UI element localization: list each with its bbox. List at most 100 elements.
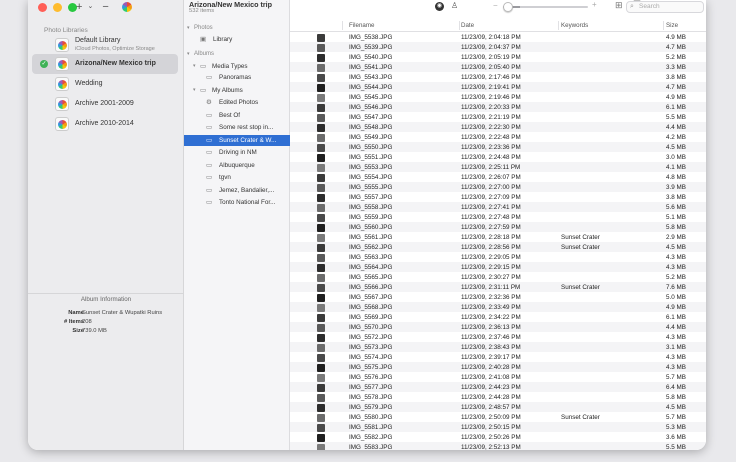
info-icon[interactable]: ◉ (435, 2, 444, 11)
column-filename[interactable]: Filename (349, 22, 374, 29)
library-item[interactable]: Archive 2001-2009 (28, 94, 178, 114)
column-separator[interactable] (459, 21, 460, 30)
column-separator[interactable] (342, 21, 343, 30)
add-menu-chevron-icon[interactable]: ⌄ (87, 1, 93, 13)
table-row[interactable]: IMG_5568.JPG 11/23/09, 2:33:49 PM 4.9 MB (290, 302, 706, 312)
table-row[interactable]: IMG_5551.JPG 11/23/09, 2:24:48 PM 3.0 MB (290, 152, 706, 162)
album-item[interactable]: ▭ Sunset Crater & W... (184, 134, 290, 146)
photo-thumbnail (317, 374, 325, 382)
table-row[interactable]: IMG_5540.JPG 11/23/09, 2:05:19 PM 5.2 MB (290, 52, 706, 62)
photos-section[interactable]: ▾ Photos (184, 23, 290, 34)
cell-size: 5.5 MB (666, 444, 686, 450)
album-item[interactable]: ▭ Albuquerque (184, 160, 290, 171)
table-row[interactable]: IMG_5575.JPG 11/23/09, 2:40:28 PM 4.3 MB (290, 362, 706, 372)
table-row[interactable]: IMG_5558.JPG 11/23/09, 2:27:41 PM 5.6 MB (290, 202, 706, 212)
table-row[interactable]: IMG_5580.JPG 11/23/09, 2:50:09 PM Sunset C… (290, 412, 706, 422)
sidebar-item-panoramas[interactable]: ▭ Panoramas (184, 72, 290, 83)
library-item[interactable]: Archive 2010-2014 (28, 114, 178, 134)
remove-library-button[interactable]: − (102, 1, 108, 13)
zoom-slider[interactable] (503, 2, 588, 12)
table-row[interactable]: IMG_5563.JPG 11/23/09, 2:29:05 PM 4.3 MB (290, 252, 706, 262)
table-row[interactable]: IMG_5538.JPG 11/23/09, 2:04:18 PM 4.9 MB (290, 32, 706, 42)
disclosure-down-icon[interactable]: ▾ (193, 63, 196, 69)
table-row[interactable]: IMG_5570.JPG 11/23/09, 2:36:13 PM 4.4 MB (290, 322, 706, 332)
disclosure-down-icon[interactable]: ▾ (187, 25, 190, 31)
zoom-slider-knob[interactable] (503, 2, 513, 12)
table-row[interactable]: IMG_5548.JPG 11/23/09, 2:22:30 PM 4.4 MB (290, 122, 706, 132)
table-row[interactable]: IMG_5565.JPG 11/23/09, 2:30:27 PM 5.2 MB (290, 272, 706, 282)
table-row[interactable]: IMG_5541.JPG 11/23/09, 2:05:40 PM 3.3 MB (290, 62, 706, 72)
column-date[interactable]: Date (461, 22, 474, 29)
table-row[interactable]: IMG_5582.JPG 11/23/09, 2:50:26 PM 3.6 MB (290, 432, 706, 442)
table-row[interactable]: IMG_5539.JPG 11/23/09, 2:04:37 PM 4.7 MB (290, 42, 706, 52)
album-item[interactable]: ▭ Some rest stop in... (184, 122, 290, 133)
table-row[interactable]: IMG_5560.JPG 11/23/09, 2:27:59 PM 5.8 MB (290, 222, 706, 232)
table-row[interactable]: IMG_5579.JPG 11/23/09, 2:48:57 PM 4.5 MB (290, 402, 706, 412)
sidebar-item-media-types[interactable]: ▾ ▭ Media Types (184, 61, 290, 72)
table-row[interactable]: IMG_5578.JPG 11/23/09, 2:44:28 PM 5.8 MB (290, 392, 706, 402)
album-info-key: # Items (64, 319, 84, 325)
zoom-out-icon[interactable]: − (493, 1, 498, 10)
photos-app-icon[interactable] (121, 1, 132, 12)
cell-filename: IMG_5559.JPG (349, 214, 393, 221)
table-row[interactable]: IMG_5576.JPG 11/23/09, 2:41:08 PM 5.7 MB (290, 372, 706, 382)
album-item[interactable]: ▭ Driving in NM (184, 147, 290, 158)
album-item[interactable]: ▭ tgvn (184, 172, 290, 183)
table-row[interactable]: IMG_5581.JPG 11/23/09, 2:50:15 PM 5.3 MB (290, 422, 706, 432)
zoom-in-icon[interactable]: + (592, 0, 597, 9)
table-row[interactable]: IMG_5583.JPG 11/23/09, 2:52:13 PM 5.5 MB (290, 442, 706, 450)
table-row[interactable]: IMG_5543.JPG 11/23/09, 2:17:46 PM 3.8 MB (290, 72, 706, 82)
person-icon[interactable]: ♙ (451, 1, 458, 10)
cell-filename: IMG_5543.JPG (349, 74, 393, 81)
column-separator[interactable] (558, 21, 559, 30)
album-item[interactable]: ▭ Tonto National For... (184, 197, 290, 208)
table-row[interactable]: IMG_5550.JPG 11/23/09, 2:23:36 PM 4.5 MB (290, 142, 706, 152)
search-input[interactable]: ⌕ Search (626, 1, 704, 13)
minimize-button[interactable] (53, 3, 62, 12)
table-row[interactable]: IMG_5549.JPG 11/23/09, 2:22:48 PM 4.2 MB (290, 132, 706, 142)
library-item[interactable]: ✓ Arizona/New Mexico trip (32, 54, 178, 74)
album-item[interactable]: ▭ Jemez, Bandalier,... (184, 185, 290, 196)
table-row[interactable]: IMG_5544.JPG 11/23/09, 2:19:41 PM 4.7 MB (290, 82, 706, 92)
table-row[interactable]: IMG_5555.JPG 11/23/09, 2:27:00 PM 3.9 MB (290, 182, 706, 192)
albums-section[interactable]: ▾ Albums (184, 49, 290, 60)
table-row[interactable]: IMG_5557.JPG 11/23/09, 2:27:09 PM 3.8 MB (290, 192, 706, 202)
column-keywords[interactable]: Keywords (561, 22, 588, 29)
table-row[interactable]: IMG_5567.JPG 11/23/09, 2:32:36 PM 5.0 MB (290, 292, 706, 302)
table-row[interactable]: IMG_5553.JPG 11/23/09, 2:25:11 PM 4.1 MB (290, 162, 706, 172)
sidebar-item-library[interactable]: ▣ Library (184, 34, 290, 45)
album-item[interactable]: ⚙ Edited Photos (184, 97, 290, 108)
album-item[interactable]: ▭ Best Of (184, 110, 290, 121)
table-row[interactable]: IMG_5572.JPG 11/23/09, 2:37:46 PM 4.3 MB (290, 332, 706, 342)
disclosure-down-icon[interactable]: ▾ (187, 51, 190, 57)
cell-date: 11/23/09, 2:27:00 PM (461, 184, 521, 191)
cell-filename: IMG_5566.JPG (349, 284, 393, 291)
grid-view-icon[interactable]: ⊞ (615, 0, 623, 11)
library-item[interactable]: Default Library iCloud Photos, Optimize S… (28, 35, 178, 55)
add-library-button[interactable]: + (76, 1, 82, 13)
cell-size: 4.7 MB (666, 84, 686, 91)
library-item[interactable]: Wedding (28, 74, 178, 94)
disclosure-down-icon[interactable]: ▾ (193, 87, 196, 93)
table-row[interactable]: IMG_5574.JPG 11/23/09, 2:39:17 PM 4.3 MB (290, 352, 706, 362)
table-row[interactable]: IMG_5554.JPG 11/23/09, 2:26:07 PM 4.8 MB (290, 172, 706, 182)
column-separator[interactable] (663, 21, 664, 30)
cell-filename: IMG_5538.JPG (349, 34, 393, 41)
table-row[interactable]: IMG_5559.JPG 11/23/09, 2:27:48 PM 5.1 MB (290, 212, 706, 222)
table-row[interactable]: IMG_5561.JPG 11/23/09, 2:28:18 PM Sunset C… (290, 232, 706, 242)
table-row[interactable]: IMG_5547.JPG 11/23/09, 2:21:19 PM 5.5 MB (290, 112, 706, 122)
cell-size: 2.9 MB (666, 234, 686, 241)
table-row[interactable]: IMG_5566.JPG 11/23/09, 2:31:11 PM Sunset C… (290, 282, 706, 292)
table-row[interactable]: IMG_5546.JPG 11/23/09, 2:20:33 PM 6.1 MB (290, 102, 706, 112)
cell-size: 3.3 MB (666, 64, 686, 71)
column-size[interactable]: Size (666, 22, 678, 29)
table-row[interactable]: IMG_5569.JPG 11/23/09, 2:34:22 PM 6.1 MB (290, 312, 706, 322)
sidebar-item-my-albums[interactable]: ▾ ▭ My Albums (184, 85, 290, 96)
library-thumbnail-icon (55, 57, 69, 71)
table-row[interactable]: IMG_5564.JPG 11/23/09, 2:29:15 PM 4.3 MB (290, 262, 706, 272)
table-row[interactable]: IMG_5573.JPG 11/23/09, 2:38:43 PM 3.1 MB (290, 342, 706, 352)
table-row[interactable]: IMG_5545.JPG 11/23/09, 2:19:46 PM 4.9 MB (290, 92, 706, 102)
table-row[interactable]: IMG_5562.JPG 11/23/09, 2:28:56 PM Sunset C… (290, 242, 706, 252)
close-button[interactable] (38, 3, 47, 12)
table-row[interactable]: IMG_5577.JPG 11/23/09, 2:44:23 PM 6.4 MB (290, 382, 706, 392)
